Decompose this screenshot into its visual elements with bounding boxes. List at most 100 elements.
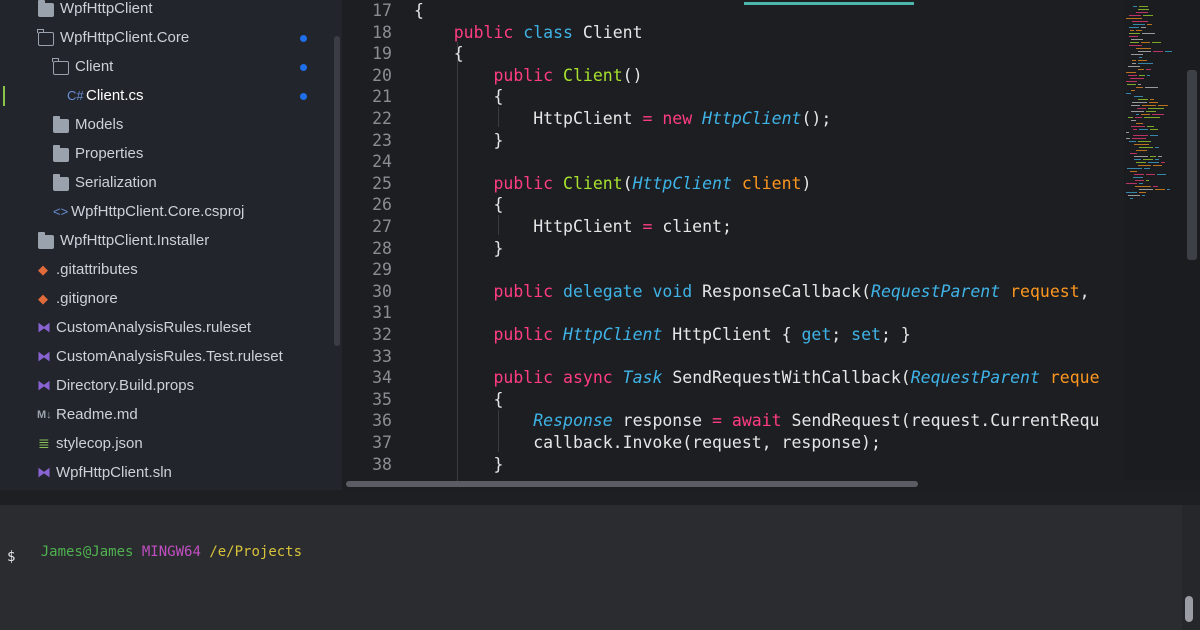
tree-item-label: .gitattributes: [56, 261, 138, 278]
code-line[interactable]: 29: [342, 260, 1126, 282]
line-number: 26: [372, 195, 392, 215]
minimap-line: [1126, 18, 1142, 19]
minimap-line: [1142, 105, 1156, 106]
minimap-line: [1138, 9, 1149, 10]
minimap-line: [1155, 147, 1159, 148]
code-line[interactable]: 32 public HttpClient HttpClient { get; s…: [342, 325, 1126, 347]
terminal-panel[interactable]: James@James MINGW64 /e/Projects $: [0, 505, 1182, 630]
code-line[interactable]: 28 }: [342, 239, 1126, 261]
code-line[interactable]: 24: [342, 152, 1126, 174]
code-line[interactable]: 21 {: [342, 87, 1126, 109]
minimap-line: [1130, 78, 1144, 79]
terminal-scrollbar-thumb[interactable]: [1185, 596, 1193, 622]
tree-item-client-folder[interactable]: Client: [0, 54, 342, 83]
code-line[interactable]: 19 {: [342, 44, 1126, 66]
minimap-line: [1142, 195, 1145, 196]
minimap-line: [1137, 108, 1146, 109]
code-line[interactable]: 37 callback.Invoke(request, response);: [342, 433, 1126, 455]
line-number: 22: [372, 109, 392, 128]
tree-item-label: WpfHttpClient.Core.csproj: [71, 203, 245, 220]
minimap-line: [1133, 6, 1137, 7]
minimap-line: [1147, 24, 1152, 25]
minimap-line: [1129, 141, 1136, 142]
minimap-line: [1134, 96, 1143, 97]
code-line[interactable]: 38 }: [342, 455, 1126, 477]
minimap-line: [1167, 189, 1170, 190]
tree-item-installer[interactable]: WpfHttpClient.Installer: [0, 228, 342, 257]
minimap-line: [1128, 117, 1133, 118]
tree-item-label: .gitignore: [56, 290, 118, 307]
tree-item-csproj[interactable]: <> WpfHttpClient.Core.csproj: [0, 199, 342, 228]
tree-item-ruleset[interactable]: ⧓ CustomAnalysisRules.ruleset: [0, 315, 342, 344]
minimap-line: [1158, 105, 1168, 106]
minimap-line: [1126, 192, 1137, 193]
tree-item-gitattributes[interactable]: ◆ .gitattributes: [0, 257, 342, 286]
tree-item-test-ruleset[interactable]: ⧓ CustomAnalysisRules.Test.ruleset: [0, 344, 342, 373]
tree-item-wpfhttpclient[interactable]: WpfHttpClient: [0, 0, 342, 25]
minimap-line: [1138, 69, 1144, 70]
terminal-path: /e/Projects: [209, 544, 303, 560]
tree-item-gitignore[interactable]: ◆ .gitignore: [0, 286, 342, 315]
code-text: public delegate void ResponseCallback(Re…: [493, 281, 1090, 301]
tree-item-readme[interactable]: M↓ Readme.md: [0, 402, 342, 431]
minimap-line: [1126, 132, 1129, 133]
code-line[interactable]: 36 Response response = await SendRequest…: [342, 411, 1126, 433]
code-line[interactable]: 18 public class Client: [342, 23, 1126, 45]
code-line[interactable]: 23 }: [342, 131, 1126, 153]
tree-item-properties[interactable]: Properties: [0, 141, 342, 170]
tree-item-client-cs[interactable]: C# Client.cs: [0, 83, 342, 112]
code-text: {: [414, 389, 504, 409]
tree-item-wpfhttpclient-core[interactable]: WpfHttpClient.Core: [0, 25, 342, 54]
minimap-line: [1136, 12, 1148, 13]
code-line[interactable]: 35 {: [342, 390, 1126, 412]
csharp-file-icon: C#: [67, 88, 84, 103]
code-line[interactable]: 26 {: [342, 195, 1126, 217]
minimap-line: [1152, 42, 1161, 43]
minimap-line: [1146, 69, 1151, 70]
minimap-line: [1132, 138, 1146, 139]
minimap-line: [1142, 33, 1155, 34]
tree-item-label: Directory.Build.props: [56, 377, 195, 394]
minimap-line: [1149, 102, 1158, 103]
terminal-prompt-line: James@James MINGW64 /e/Projects: [7, 528, 302, 576]
folder-icon: [53, 174, 69, 191]
line-number: 19: [372, 44, 392, 64]
minimap-line: [1150, 129, 1158, 130]
editor-vertical-scrollbar[interactable]: [1187, 70, 1197, 260]
line-number: 36: [372, 411, 392, 431]
code-line[interactable]: 22 HttpClient = new HttpClient();: [342, 109, 1126, 131]
sidebar-scrollbar[interactable]: [334, 36, 340, 346]
folder-icon: [53, 145, 69, 162]
line-number: 21: [372, 87, 392, 107]
minimap-line: [1143, 159, 1153, 160]
tree-item-models[interactable]: Models: [0, 112, 342, 141]
minimap-line: [1130, 198, 1133, 199]
minimap-line: [1129, 15, 1141, 16]
code-text: public HttpClient HttpClient { get; set;…: [493, 325, 911, 344]
minimap-line: [1150, 156, 1156, 157]
code-line[interactable]: 20 public Client(): [342, 66, 1126, 88]
code-line[interactable]: 34 public async Task SendRequestWithCall…: [342, 368, 1126, 390]
code-line[interactable]: 30 public delegate void ResponseCallback…: [342, 282, 1126, 304]
line-number: 29: [372, 260, 392, 280]
code-line[interactable]: 27 HttpClient = client;: [342, 217, 1126, 239]
tree-item-serialization[interactable]: Serialization: [0, 170, 342, 199]
folder-open-icon: [37, 29, 54, 46]
file-explorer: WpfHttpClient WpfHttpClient.Core Client …: [0, 0, 342, 490]
minimap-line: [1132, 63, 1136, 64]
tree-item-sln[interactable]: ⧓ WpfHttpClient.sln: [0, 460, 342, 489]
terminal-input-prompt[interactable]: $: [7, 549, 15, 565]
code-line[interactable]: 33: [342, 347, 1126, 369]
line-number: 25: [372, 173, 392, 193]
code-line[interactable]: 25 public Client(HttpClient client): [342, 174, 1126, 196]
minimap-line: [1139, 6, 1148, 7]
line-number: 34: [372, 368, 392, 388]
code-line[interactable]: 31: [342, 303, 1126, 325]
tree-item-stylecop[interactable]: ≣ stylecop.json: [0, 431, 342, 460]
tree-item-directory-build-props[interactable]: ⧓ Directory.Build.props: [0, 373, 342, 402]
line-number: 31: [372, 303, 392, 323]
minimap-line: [1136, 30, 1142, 31]
editor-horizontal-scrollbar[interactable]: [346, 481, 918, 487]
minimap-line: [1132, 21, 1148, 22]
code-line[interactable]: 17 {: [342, 1, 1126, 23]
